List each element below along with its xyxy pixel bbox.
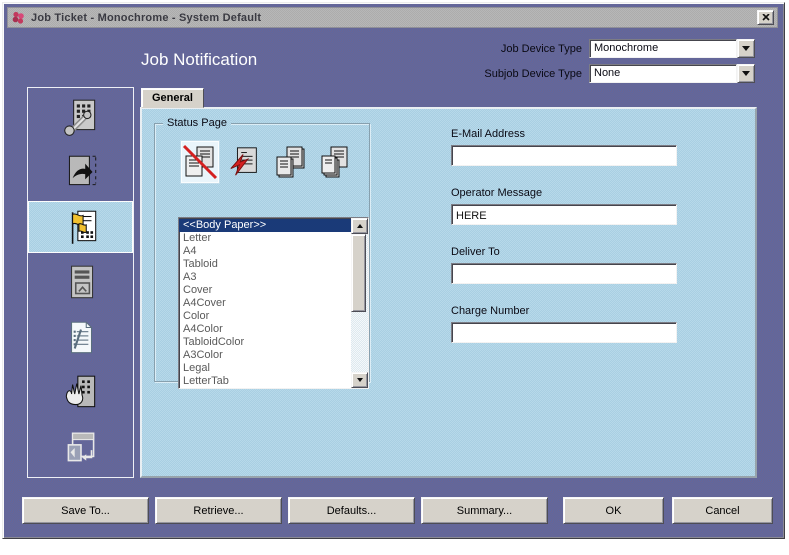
deliver-to-field[interactable] xyxy=(451,263,677,284)
list-item[interactable]: Legal xyxy=(179,362,351,375)
paper-list: <<Body Paper>> Letter A4 Tabloid A3 Cove… xyxy=(179,218,351,388)
list-item[interactable]: LetterTab xyxy=(179,375,351,388)
manual-operations-icon xyxy=(60,372,102,414)
chevron-down-icon[interactable] xyxy=(737,64,755,83)
status-option-none[interactable] xyxy=(181,141,219,183)
forms-windows-icon xyxy=(60,427,102,469)
close-x-icon xyxy=(762,14,770,21)
cancel-button[interactable]: Cancel xyxy=(672,497,773,524)
sidebar-item-device-setup[interactable] xyxy=(28,91,133,143)
status-page-group: Status Page xyxy=(154,123,370,382)
sidebar-item-job-notification[interactable] xyxy=(28,201,133,253)
window-title: Job Ticket - Monochrome - System Default xyxy=(31,12,261,24)
sidebar xyxy=(27,87,134,478)
list-item[interactable]: <<Body Paper>> xyxy=(179,219,351,232)
job-device-type-label: Job Device Type xyxy=(427,43,582,55)
chevron-up-icon xyxy=(357,221,363,228)
job-notification-icon xyxy=(60,206,102,248)
screen: Job Ticket - Monochrome - System Default… xyxy=(0,0,789,555)
close-button[interactable] xyxy=(757,10,774,25)
status-page-group-label: Status Page xyxy=(163,117,231,129)
charge-number-field[interactable] xyxy=(451,322,677,343)
document-notes-icon xyxy=(60,317,102,359)
list-item[interactable]: A4 xyxy=(179,245,351,258)
device-setup-icon xyxy=(60,96,102,138)
paper-listbox[interactable]: <<Body Paper>> Letter A4 Tabloid A3 Cove… xyxy=(178,217,369,389)
red-cluster-app-icon xyxy=(11,10,26,25)
list-item[interactable]: Cover xyxy=(179,284,351,297)
list-item[interactable]: A3 xyxy=(179,271,351,284)
no-status-page-icon xyxy=(182,144,218,180)
subjob-device-type-value: None xyxy=(589,64,737,83)
summary-button[interactable]: Summary... xyxy=(421,497,548,524)
subjob-device-type-select[interactable]: None xyxy=(589,64,755,83)
status-page-start-stack-icon xyxy=(272,144,308,180)
sidebar-item-manual-operations[interactable] xyxy=(28,367,133,419)
status-page-end-stack-icon xyxy=(317,144,353,180)
job-device-type-select[interactable]: Monochrome xyxy=(589,39,755,58)
charge-number-label: Charge Number xyxy=(451,305,529,317)
defaults-button[interactable]: Defaults... xyxy=(288,497,415,524)
listbox-scrollbar[interactable] xyxy=(351,218,368,388)
page-layout-icon xyxy=(60,262,102,304)
operator-message-field[interactable] xyxy=(451,204,677,225)
chevron-down-icon[interactable] xyxy=(737,39,755,58)
email-address-label: E-Mail Address xyxy=(451,128,525,140)
subjob-device-type-label: Subjob Device Type xyxy=(427,68,582,80)
sidebar-item-document-notes[interactable] xyxy=(28,312,133,364)
status-option-end-of-job[interactable] xyxy=(316,141,354,183)
scrollbar-track[interactable] xyxy=(351,234,368,372)
scroll-down-button[interactable] xyxy=(351,372,368,388)
list-item[interactable]: A4Cover xyxy=(179,297,351,310)
list-item[interactable]: Letter xyxy=(179,232,351,245)
title-bar[interactable]: Job Ticket - Monochrome - System Default xyxy=(7,7,778,28)
status-option-on-error[interactable] xyxy=(226,141,264,183)
tab-general[interactable]: General xyxy=(141,88,204,108)
list-item[interactable]: A3Color xyxy=(179,349,351,362)
page-title: Job Notification xyxy=(141,50,257,70)
status-page-options xyxy=(181,141,354,183)
sidebar-item-forms-windows[interactable] xyxy=(28,422,133,474)
list-item[interactable]: Color xyxy=(179,310,351,323)
job-device-type-value: Monochrome xyxy=(589,39,737,58)
list-item[interactable]: Tabloid xyxy=(179,258,351,271)
sidebar-item-page-layout[interactable] xyxy=(28,257,133,309)
scrollbar-thumb[interactable] xyxy=(351,234,366,312)
save-to-button[interactable]: Save To... xyxy=(22,497,149,524)
list-item[interactable]: TabloidColor xyxy=(179,336,351,349)
email-address-field[interactable] xyxy=(451,145,677,166)
chevron-down-icon xyxy=(357,378,363,385)
list-item[interactable]: A4Color xyxy=(179,323,351,336)
sidebar-item-page-handling[interactable] xyxy=(28,146,133,198)
ok-button[interactable]: OK xyxy=(563,497,664,524)
operator-message-label: Operator Message xyxy=(451,187,542,199)
retrieve-button[interactable]: Retrieve... xyxy=(155,497,282,524)
page-handling-icon xyxy=(60,151,102,193)
general-tab-panel: Status Page xyxy=(140,107,757,478)
error-status-page-icon xyxy=(228,145,262,179)
deliver-to-label: Deliver To xyxy=(451,246,500,258)
scroll-up-button[interactable] xyxy=(351,218,368,234)
status-option-start-of-job[interactable] xyxy=(271,141,309,183)
